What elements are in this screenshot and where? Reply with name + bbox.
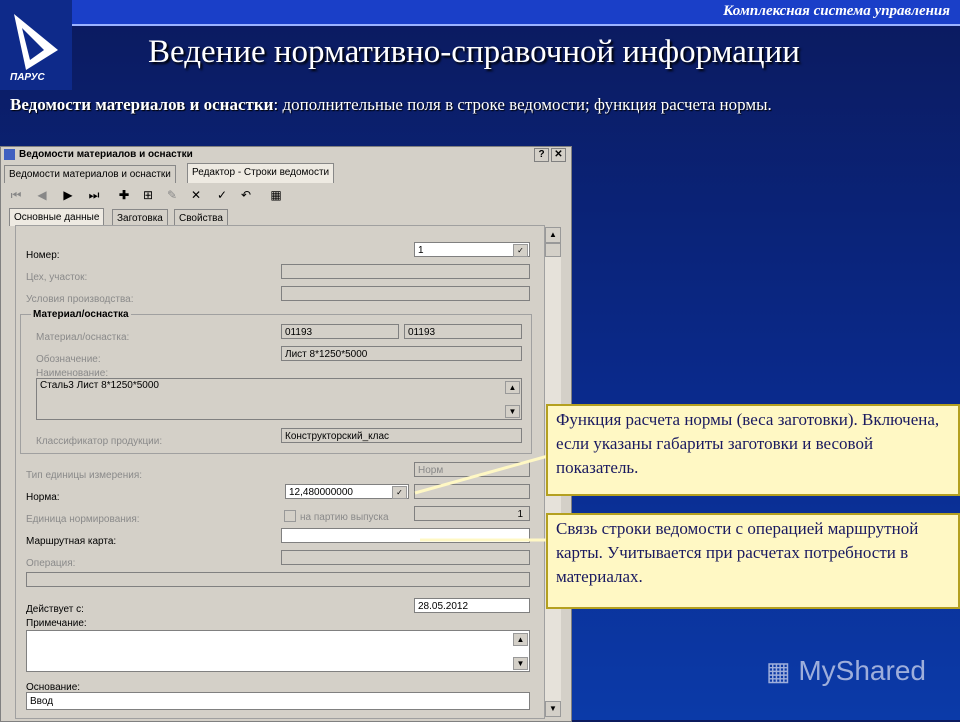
watermark-icon: ▦ <box>766 656 791 686</box>
callout-connectors <box>414 454 549 542</box>
watermark: ▦ MyShared <box>766 655 926 687</box>
watermark-text: MyShared <box>798 655 926 686</box>
callout-norm-calc: Функция расчета нормы (веса заготовки). … <box>546 404 960 496</box>
callout-route-link: Связь строки ведомости с операцией маршр… <box>546 513 960 609</box>
